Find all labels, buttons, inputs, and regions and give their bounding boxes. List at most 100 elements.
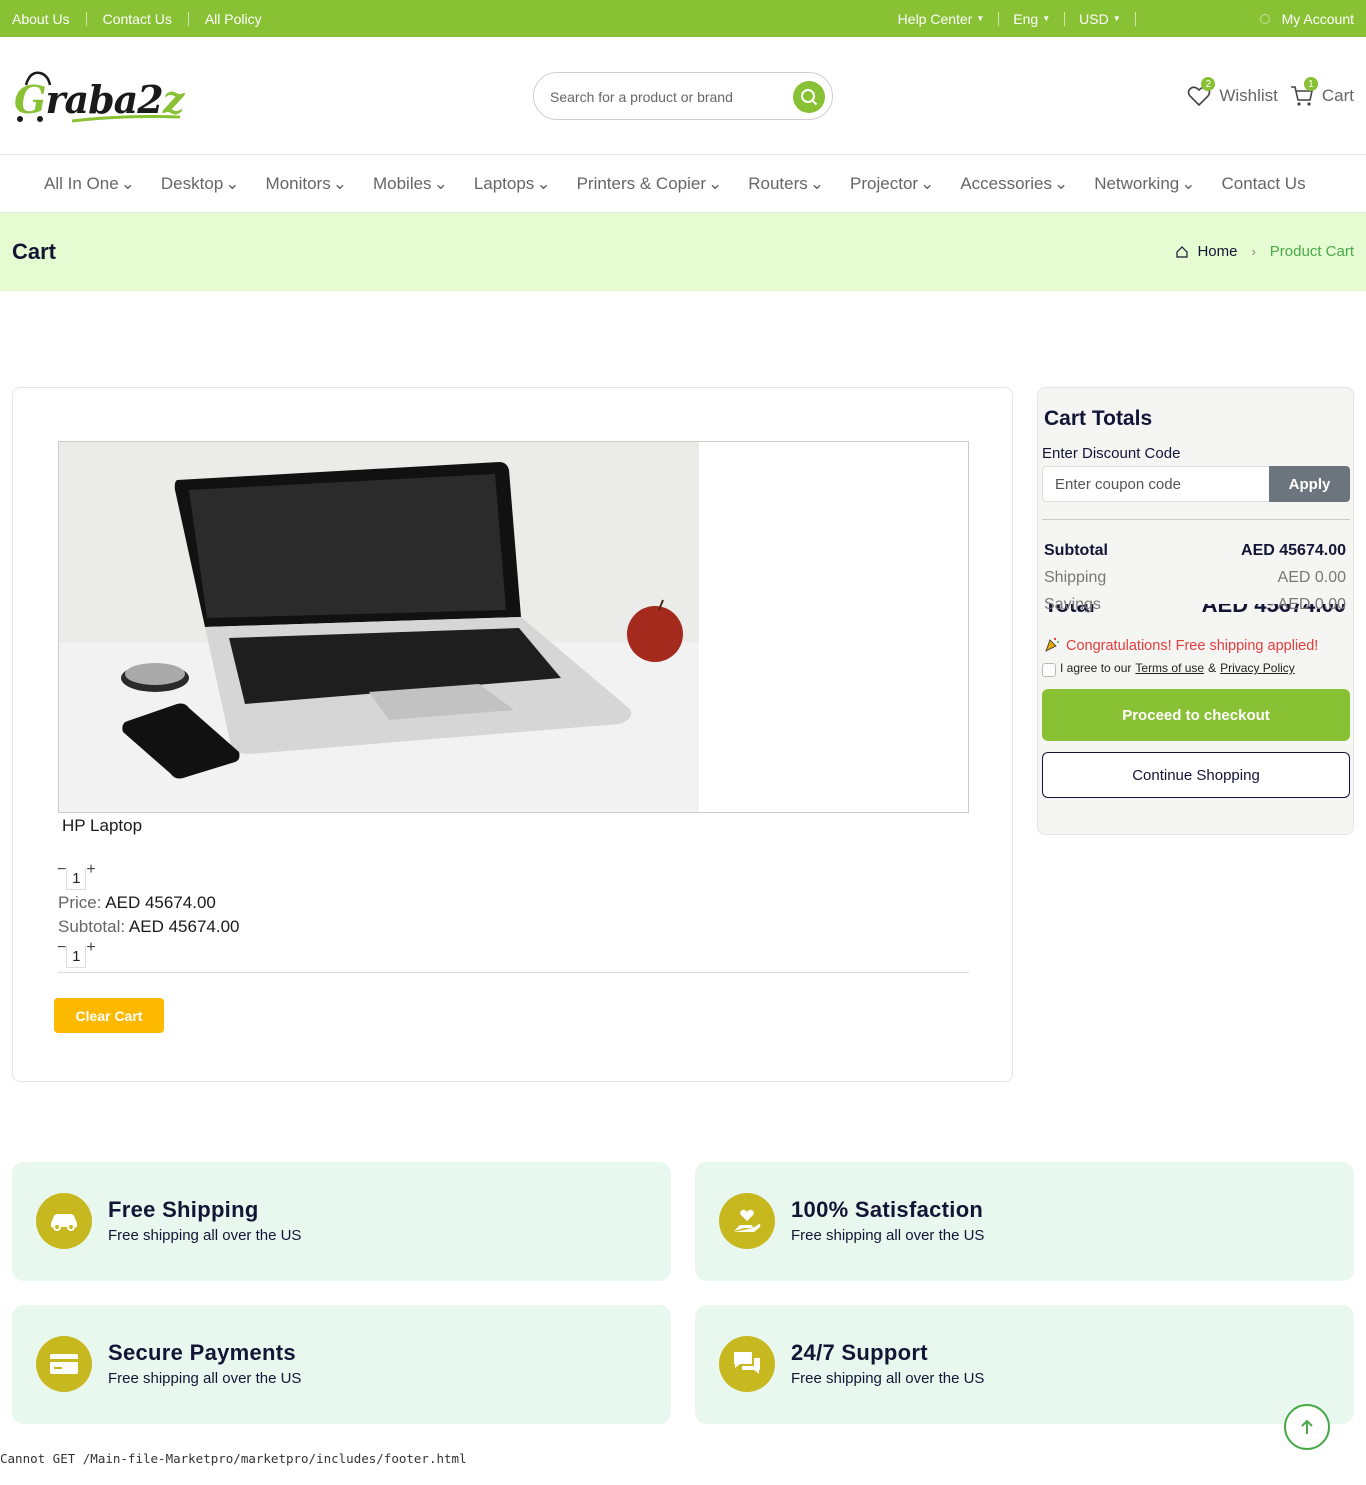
nav-item-mobiles[interactable]: Mobiles ⌄ — [373, 174, 448, 194]
car-icon — [36, 1193, 92, 1249]
feature-card: Free Shipping Free shipping all over the… — [12, 1162, 671, 1281]
coupon-form: Apply — [1042, 466, 1350, 502]
nav-item-laptops[interactable]: Laptops ⌄ — [474, 174, 551, 194]
terms-checkbox[interactable] — [1042, 663, 1056, 677]
quantity-stepper: − 1 + — [57, 862, 96, 890]
quantity-value[interactable]: 1 — [66, 946, 87, 968]
breadcrumb-home[interactable]: Home — [1197, 243, 1237, 260]
chevron-down-icon: ⌄ — [809, 174, 825, 193]
chevron-right-icon: › — [1251, 244, 1256, 259]
chevron-down-icon: ⌄ — [920, 174, 935, 193]
feature-card: 24/7 Support Free shipping all over the … — [695, 1305, 1354, 1424]
all-policy-link[interactable]: All Policy — [205, 11, 262, 27]
product-name[interactable]: HP Laptop — [62, 816, 142, 836]
page-header-band: Cart Home › Product Cart — [0, 213, 1366, 291]
nav-item-networking[interactable]: Networking ⌄ — [1094, 174, 1195, 194]
search-button[interactable] — [793, 81, 825, 113]
price-line: Price: AED 45674.00 — [58, 893, 216, 912]
apply-coupon-button[interactable]: Apply — [1269, 466, 1350, 502]
home-icon — [1176, 245, 1189, 258]
search-bar — [533, 72, 833, 120]
logo-swoosh — [17, 115, 181, 123]
main-nav: All In One ⌄ Desktop ⌄ Monitors ⌄ Mobiles ⌄ … — [44, 156, 1306, 212]
feature-title: Free Shipping — [108, 1197, 259, 1222]
feature-text: Free shipping all over the US — [108, 1370, 302, 1387]
divider — [1134, 11, 1136, 26]
savings-row: Savings - AED 0.00 — [1044, 596, 1346, 613]
nav-item-projector[interactable]: Projector ⌄ — [850, 174, 934, 194]
cart-label: Cart — [1321, 86, 1354, 105]
minus-icon[interactable]: − — [57, 940, 66, 956]
currency-dropdown[interactable]: USD ▼ — [1079, 11, 1120, 27]
terms-agreement: I agree to our Terms of use & Privacy Po… — [1042, 659, 1295, 677]
subtotal-line: Subtotal: AED 45674.00 — [58, 917, 240, 936]
laptop-photo — [59, 442, 699, 812]
hand-heart-icon — [719, 1193, 775, 1249]
feature-card: 100% Satisfaction Free shipping all over… — [695, 1162, 1354, 1281]
feature-title: 100% Satisfaction — [791, 1197, 984, 1222]
feature-text: Free shipping all over the US — [791, 1370, 985, 1387]
cart-items-panel: HP Laptop − 1 + Price: AED 45674.00 Subt… — [12, 387, 1013, 1082]
free-shipping-notice: Congratulations! Free shipping applied! — [1044, 636, 1318, 656]
nav-item-monitors[interactable]: Monitors ⌄ — [266, 174, 347, 194]
language-dropdown[interactable]: Eng ▼ — [1013, 11, 1050, 27]
user-icon — [1259, 13, 1270, 24]
chevron-down-icon: ▼ — [1112, 14, 1121, 23]
nav-item-contact-us[interactable]: Contact Us — [1222, 174, 1306, 194]
wishlist-link[interactable]: 2 Wishlist — [1187, 77, 1278, 107]
breadcrumb: Home › Product Cart — [1175, 243, 1354, 260]
help-center-dropdown[interactable]: Help Center ▼ — [898, 11, 985, 27]
subtotal-row: Subtotal AED 45674.00 — [1044, 542, 1346, 559]
minus-icon[interactable]: − — [57, 862, 66, 878]
cart-totals-title: Cart Totals — [1044, 407, 1153, 430]
site-logo[interactable]: Graba2z — [12, 71, 184, 123]
privacy-link[interactable]: Privacy Policy — [1220, 661, 1295, 675]
continue-shopping-button[interactable]: Continue Shopping — [1042, 752, 1350, 798]
about-us-link[interactable]: About Us — [12, 11, 70, 27]
nav-item-accessories[interactable]: Accessories ⌄ — [960, 174, 1068, 194]
scroll-to-top-button[interactable] — [1284, 1404, 1330, 1450]
feature-text: Free shipping all over the US — [791, 1227, 985, 1244]
site-header: Graba2z 2 Wishlist 1 Cart — [0, 37, 1366, 155]
chevron-down-icon: ⌄ — [1053, 174, 1069, 193]
chevron-down-icon: ⌄ — [225, 174, 240, 193]
chevron-down-icon: ⌄ — [1181, 174, 1196, 193]
contact-us-link[interactable]: Contact Us — [103, 11, 172, 27]
my-account-link[interactable]: My Account — [1259, 11, 1354, 27]
page-title: Cart — [12, 239, 57, 264]
shipping-row: Shipping AED 0.00 — [1044, 569, 1346, 586]
nav-item-all-in-one[interactable]: All In One ⌄ — [44, 174, 135, 194]
cart-count-badge: 1 — [1303, 77, 1318, 91]
search-input[interactable] — [550, 85, 770, 109]
subtotal-value: AED 45674.00 — [128, 917, 240, 936]
chevron-down-icon: ⌄ — [708, 174, 723, 193]
arrow-up-icon — [1301, 1419, 1313, 1434]
credit-card-icon — [36, 1336, 92, 1392]
divider — [187, 11, 189, 26]
search-icon — [801, 89, 818, 106]
chevron-down-icon: ⌄ — [120, 174, 135, 193]
chevron-down-icon: ⌄ — [332, 174, 347, 193]
chevron-down-icon: ▼ — [976, 14, 985, 23]
clear-cart-button[interactable]: Clear Cart — [54, 998, 164, 1033]
coupon-input[interactable] — [1042, 466, 1269, 502]
nav-item-desktop[interactable]: Desktop ⌄ — [161, 174, 240, 194]
proceed-to-checkout-button[interactable]: Proceed to checkout — [1042, 689, 1350, 741]
plus-icon[interactable]: + — [86, 940, 95, 956]
discount-label: Enter Discount Code — [1042, 445, 1181, 462]
quantity-value[interactable]: 1 — [66, 868, 87, 890]
chevron-down-icon: ▼ — [1042, 14, 1051, 23]
breadcrumb-current: Product Cart — [1269, 243, 1354, 260]
plus-icon[interactable]: + — [86, 862, 95, 878]
feature-title: 24/7 Support — [791, 1340, 928, 1365]
product-image[interactable] — [58, 441, 969, 813]
footer-error-text: Cannot GET /Main-file-Marketpro/marketpr… — [0, 1451, 467, 1466]
totals-divider — [1042, 519, 1350, 520]
terms-link[interactable]: Terms of use — [1135, 661, 1204, 675]
nav-item-printers-copier[interactable]: Printers & Copier ⌄ — [577, 174, 723, 194]
top-bar: About Us Contact Us All Policy Help Cent… — [0, 0, 1366, 37]
nav-item-routers[interactable]: Routers ⌄ — [748, 174, 824, 194]
feature-card: Secure Payments Free shipping all over t… — [12, 1305, 671, 1424]
cart-link[interactable]: 1 Cart — [1290, 77, 1354, 107]
cart-totals-panel: Cart Totals Enter Discount Code Apply Su… — [1037, 387, 1354, 835]
